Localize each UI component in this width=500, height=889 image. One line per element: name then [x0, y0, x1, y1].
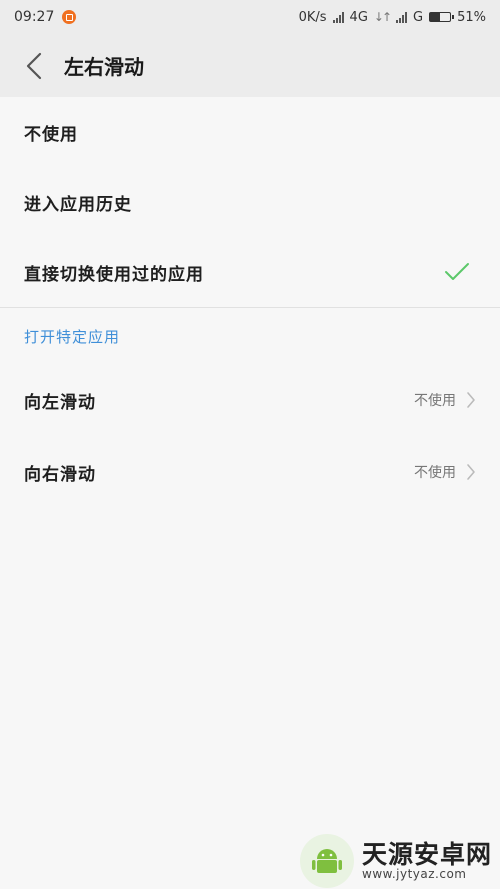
status-left: 09:27 — [14, 9, 77, 25]
swipe-right-value: 不使用 — [414, 465, 456, 481]
option-row-switch-recent[interactable]: 直接切换使用过的应用 — [0, 237, 500, 307]
status-time: 09:27 — [14, 9, 55, 25]
settings-list: 不使用 进入应用历史 直接切换使用过的应用 打开特定应用 向左滑动 不使用 向右… — [0, 97, 500, 508]
swipe-right-label: 向右滑动 — [24, 464, 96, 485]
watermark-title: 天源安卓网 — [362, 839, 493, 869]
option-label: 不使用 — [24, 124, 78, 145]
battery-percent: 51% — [457, 9, 486, 25]
checkmark-icon — [445, 263, 469, 280]
android-logo-icon — [300, 834, 354, 888]
notification-icon — [62, 10, 77, 24]
watermark-url: www.jytyaz.com — [362, 867, 467, 882]
network-type: 4G — [349, 9, 368, 25]
option-label: 进入应用历史 — [24, 194, 132, 215]
signal-icon-2 — [396, 11, 408, 23]
chevron-right-icon — [467, 392, 475, 408]
watermark: 天源安卓网 www.jytyaz.com — [300, 833, 500, 889]
android-icon — [312, 849, 342, 873]
section-header: 打开特定应用 — [24, 327, 121, 346]
watermark-text: 天源安卓网 www.jytyaz.com — [362, 841, 492, 882]
battery-fill — [430, 13, 441, 21]
page-title: 左右滑动 — [64, 55, 144, 79]
option-row-none[interactable]: 不使用 — [0, 97, 500, 167]
header: 左右滑动 — [0, 34, 500, 97]
value-wrap: 不使用 — [414, 462, 476, 482]
chevron-right-icon — [467, 464, 475, 480]
swipe-left-label: 向左滑动 — [24, 392, 96, 413]
battery-icon — [429, 12, 455, 22]
chevron-left-icon — [26, 52, 42, 79]
option-label: 直接切换使用过的应用 — [24, 264, 204, 285]
swipe-left-value: 不使用 — [414, 393, 456, 409]
option-row-history[interactable]: 进入应用历史 — [0, 167, 500, 237]
status-right: 0K/s 4G ↓↑ G 51% — [299, 10, 486, 25]
back-button[interactable] — [4, 34, 64, 97]
status-bar: 09:27 0K/s 4G ↓↑ G 51% — [0, 0, 500, 34]
signal-icon — [332, 11, 344, 23]
swipe-left-row[interactable]: 向左滑动 不使用 — [0, 364, 500, 436]
swipe-right-row[interactable]: 向右滑动 不使用 — [0, 436, 500, 508]
second-network: G — [413, 9, 424, 25]
net-speed: 0K/s — [298, 9, 327, 25]
data-transfer-icon: ↓↑ — [373, 10, 392, 24]
value-wrap: 不使用 — [414, 390, 476, 410]
